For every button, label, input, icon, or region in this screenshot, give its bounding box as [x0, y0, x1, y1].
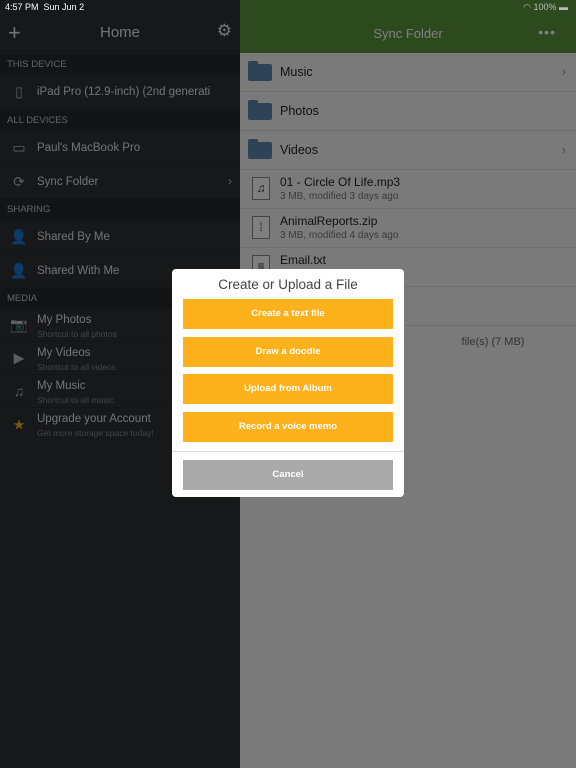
upload-album-button[interactable]: Upload from Album — [183, 374, 393, 404]
wifi-icon: ◠ — [523, 2, 531, 12]
dialog-title: Create or Upload a File — [218, 277, 358, 292]
status-time: 4:57 PM — [5, 2, 39, 12]
battery-percent: 100% — [533, 2, 557, 12]
battery-icon: ▬ — [559, 2, 568, 12]
record-voice-memo-button[interactable]: Record a voice memo — [183, 412, 393, 442]
create-text-file-button[interactable]: Create a text file — [183, 299, 393, 329]
divider — [172, 451, 404, 452]
cancel-button[interactable]: Cancel — [183, 460, 393, 490]
status-bar: 4:57 PM Sun Jun 2 ◠ 100% ▬ — [0, 0, 576, 15]
draw-doodle-button[interactable]: Draw a doodle — [183, 337, 393, 367]
create-upload-dialog: Create or Upload a File Create a text fi… — [172, 269, 404, 497]
status-date: Sun Jun 2 — [43, 2, 85, 12]
